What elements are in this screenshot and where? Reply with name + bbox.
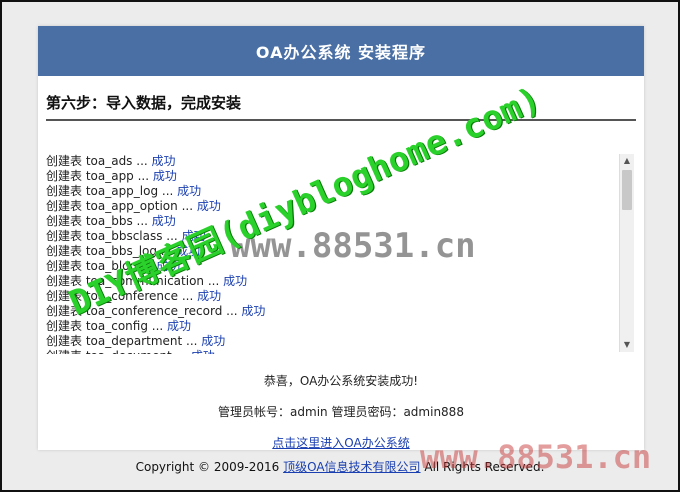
log-item-text: 创建表 toa_communication ... xyxy=(46,274,224,288)
log-item-status: 成功 xyxy=(241,304,266,318)
log-item: 创建表 toa_bbsclass ... 成功 xyxy=(46,229,634,244)
scroll-down-icon[interactable]: ▼ xyxy=(620,338,634,352)
log-item: 创建表 toa_blog ... 成功 xyxy=(46,259,634,274)
log-item-status: 成功 xyxy=(196,199,221,213)
log-item-status: 成功 xyxy=(181,229,206,243)
log-item-text: 创建表 toa_ads ... xyxy=(46,154,152,168)
log-item-status: 成功 xyxy=(152,169,177,183)
log-item-status: 成功 xyxy=(151,154,176,168)
log-item: 创建表 toa_ads ... 成功 xyxy=(46,154,634,169)
log-item-status: 成功 xyxy=(156,259,181,273)
admin-credentials: 管理员帐号：admin 管理员密码：admin888 xyxy=(218,405,464,419)
log-item: 创建表 toa_bbs ... 成功 xyxy=(46,214,634,229)
log-item: 创建表 toa_app_log ... 成功 xyxy=(46,184,634,199)
log-item-status: 成功 xyxy=(223,274,248,288)
log-item-text: 创建表 toa_department ... xyxy=(46,334,202,348)
log-item-text: 创建表 toa_config ... xyxy=(46,319,168,333)
log-item-status: 成功 xyxy=(197,289,222,303)
log-item-status: 成功 xyxy=(167,319,192,333)
scroll-up-icon[interactable]: ▲ xyxy=(620,154,634,168)
scroll-thumb[interactable] xyxy=(622,170,632,210)
log-list: 创建表 toa_ads ... 成功 创建表 toa_app ... 成功 创建表 … xyxy=(44,154,634,354)
log-scrollbar[interactable]: ▲ ▼ xyxy=(619,154,634,352)
log-item: 创建表 toa_document ... 成功 xyxy=(46,349,634,354)
footer-copyright: Copyright © 2009-2016 xyxy=(135,460,284,474)
installer-panel: OA办公系统 安装程序 第六步：导入数据，完成安装 创建表 toa_ads ..… xyxy=(38,26,644,450)
footer-rights: All Rights Reserved. xyxy=(420,460,545,474)
log-item-text: 创建表 toa_conference_record ... xyxy=(46,304,242,318)
footer-company-link[interactable]: 顶级OA信息技术有限公司 xyxy=(283,460,420,474)
log-item-status: 成功 xyxy=(177,184,202,198)
enter-oa-link[interactable]: 点击这里进入OA办公系统 xyxy=(272,436,409,450)
log-item-status: 成功 xyxy=(151,214,176,228)
log-item: 创建表 toa_app_option ... 成功 xyxy=(46,199,634,214)
footer: Copyright © 2009-2016 顶级OA信息技术有限公司 All R… xyxy=(0,458,680,475)
log-item: 创建表 toa_config ... 成功 xyxy=(46,319,634,334)
install-result: 恭喜，OA办公系统安装成功! 管理员帐号：admin 管理员密码：admin88… xyxy=(38,372,644,451)
log-item-status: 成功 xyxy=(176,244,201,258)
log-item: 创建表 toa_communication ... 成功 xyxy=(46,274,634,289)
log-item-status: 成功 xyxy=(201,334,226,348)
log-item-text: 创建表 toa_bbs ... xyxy=(46,214,152,228)
log-item-text: 创建表 toa_app ... xyxy=(46,169,153,183)
log-item: 创建表 toa_app ... 成功 xyxy=(46,169,634,184)
log-item-text: 创建表 toa_document ... xyxy=(46,349,191,354)
install-log[interactable]: 创建表 toa_ads ... 成功 创建表 toa_app ... 成功 创建表 … xyxy=(44,154,634,354)
log-item-text: 创建表 toa_app_log ... xyxy=(46,184,178,198)
installer-header: OA办公系统 安装程序 xyxy=(38,26,644,76)
log-item-status: 成功 xyxy=(191,349,215,354)
success-message: 恭喜，OA办公系统安装成功! xyxy=(263,374,419,388)
log-item: 创建表 toa_conference_record ... 成功 xyxy=(46,304,634,319)
log-item-text: 创建表 toa_blog ... xyxy=(46,259,157,273)
step-title: 第六步：导入数据，完成安装 xyxy=(46,92,636,121)
log-item-text: 创建表 toa_bbsclass ... xyxy=(46,229,182,243)
installer-title: OA办公系统 安装程序 xyxy=(255,43,427,62)
log-item-text: 创建表 toa_bbs_log ... xyxy=(46,244,177,258)
log-item-text: 创建表 toa_app_option ... xyxy=(46,199,197,213)
log-item: 创建表 toa_bbs_log ... 成功 xyxy=(46,244,634,259)
log-item: 创建表 toa_department ... 成功 xyxy=(46,334,634,349)
log-item-text: 创建表 toa_conference ... xyxy=(46,289,198,303)
log-item: 创建表 toa_conference ... 成功 xyxy=(46,289,634,304)
